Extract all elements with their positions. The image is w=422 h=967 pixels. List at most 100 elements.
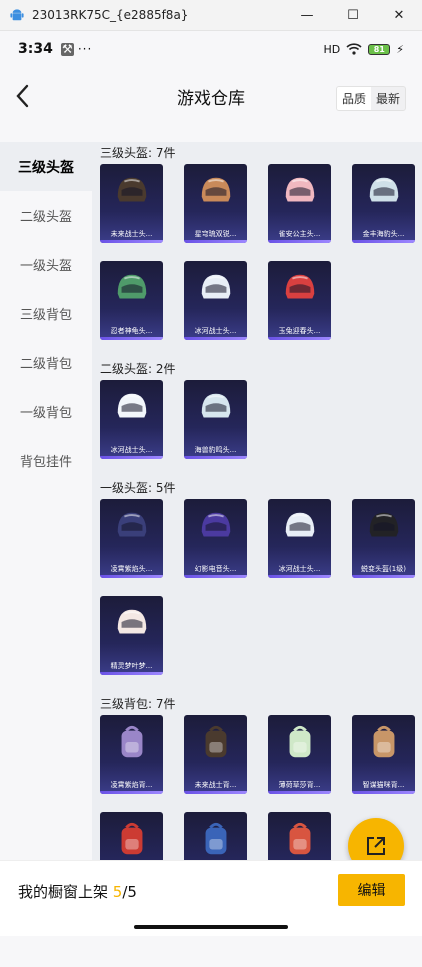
helmet-icon bbox=[117, 274, 147, 299]
item-card[interactable] bbox=[100, 812, 163, 860]
section-title: 三级头盔: 7件 bbox=[100, 146, 176, 160]
item-card[interactable]: 未来战士头... bbox=[100, 164, 163, 243]
sidebar-item-level2-backpack[interactable]: 二级背包 bbox=[0, 338, 92, 387]
wrench-icon: ⚒ bbox=[60, 42, 74, 56]
showcase-current-count: 5 bbox=[112, 883, 123, 901]
sort-latest-button[interactable]: 最新 bbox=[371, 87, 405, 110]
item-name: 星穹琉双锐... bbox=[194, 230, 237, 238]
item-name: 忍者神龟头... bbox=[110, 327, 153, 335]
sidebar-item-level1-helmet[interactable]: 一级头盔 bbox=[0, 240, 92, 289]
helmet-icon bbox=[117, 512, 147, 537]
item-grid: 冰河战士头... 海兽豹鸣头... bbox=[100, 380, 422, 477]
showcase-label: 我的橱窗上架 5/5 bbox=[18, 883, 137, 901]
helmet-icon bbox=[201, 393, 231, 418]
helmet-icon bbox=[285, 274, 315, 299]
network-label: HD bbox=[323, 42, 341, 56]
item-name: 凌霄紫焰背... bbox=[110, 781, 153, 789]
sidebar-item-level3-backpack[interactable]: 三级背包 bbox=[0, 289, 92, 338]
external-link-icon bbox=[367, 837, 385, 855]
android-icon bbox=[10, 9, 24, 21]
close-icon[interactable]: ✕ bbox=[376, 0, 422, 31]
item-name: 薄荷草莎背... bbox=[278, 781, 321, 789]
backpack-icon bbox=[121, 725, 143, 758]
item-grid: 凌霄紫焰头... 幻影电音头... 冰河战士头... 蜕变头盔(1级) 精灵梦叶梦... bbox=[100, 499, 422, 693]
item-card[interactable]: 凌霄紫焰背... bbox=[100, 715, 163, 794]
sidebar: 三级头盔 二级头盔 一级头盔 三级背包 二级背包 一级背包 背包挂件 bbox=[0, 142, 92, 860]
item-name: 精灵梦叶梦... bbox=[110, 662, 153, 670]
backpack-icon bbox=[205, 822, 227, 855]
helmet-icon bbox=[117, 177, 147, 202]
rarity-bar bbox=[100, 575, 163, 578]
item-card[interactable]: 雀安公主头... bbox=[268, 164, 331, 243]
section-title: 三级背包: 7件 bbox=[100, 697, 176, 711]
rarity-bar bbox=[184, 575, 247, 578]
section-title: 一级头盔: 5件 bbox=[100, 481, 176, 495]
backpack-icon bbox=[289, 822, 311, 855]
item-card[interactable]: 冰河战士头... bbox=[268, 499, 331, 578]
helmet-icon bbox=[369, 512, 399, 537]
item-card[interactable]: 精灵梦叶梦... bbox=[100, 596, 163, 675]
status-bar: 3:34 ⚒ ··· HD 81 ⚡ bbox=[0, 31, 422, 67]
rarity-bar bbox=[268, 240, 331, 243]
window-titlebar: 23013RK75C_{e2885f8a} — ☐ ✕ bbox=[0, 0, 422, 31]
item-content: 三级头盔: 7件未来战士头... 星穹琉双锐... 雀安公主头... 金丰海豹头...… bbox=[92, 142, 422, 860]
rarity-bar bbox=[352, 240, 415, 243]
status-time: 3:34 bbox=[18, 41, 53, 57]
sidebar-item-level1-backpack[interactable]: 一级背包 bbox=[0, 387, 92, 436]
rarity-bar bbox=[268, 791, 331, 794]
item-name: 玉兔迎春头... bbox=[278, 327, 321, 335]
item-card[interactable]: 玉兔迎春头... bbox=[268, 261, 331, 340]
more-notifications-icon: ··· bbox=[77, 42, 93, 56]
helmet-icon bbox=[117, 609, 147, 634]
rarity-bar bbox=[268, 575, 331, 578]
backpack-icon bbox=[373, 725, 395, 758]
item-card[interactable]: 凌霄紫焰头... bbox=[100, 499, 163, 578]
item-card[interactable]: 冰河战士头... bbox=[184, 261, 247, 340]
item-name: 海兽豹鸣头... bbox=[194, 446, 237, 454]
helmet-icon bbox=[201, 177, 231, 202]
item-card[interactable]: 薄荷草莎背... bbox=[268, 715, 331, 794]
minimize-icon[interactable]: — bbox=[284, 0, 330, 31]
main-body: 三级头盔 二级头盔 一级头盔 三级背包 二级背包 一级背包 背包挂件 三级头盔:… bbox=[0, 142, 422, 860]
sidebar-item-level3-helmet[interactable]: 三级头盔 bbox=[0, 142, 92, 191]
item-name: 蜕变头盔(1级) bbox=[361, 565, 406, 573]
sidebar-item-backpack-pendant[interactable]: 背包挂件 bbox=[0, 436, 92, 485]
item-card[interactable]: 未来战士背... bbox=[184, 715, 247, 794]
rarity-bar bbox=[184, 240, 247, 243]
sort-toggle: 品质 最新 bbox=[335, 86, 406, 111]
helmet-icon bbox=[201, 512, 231, 537]
item-card[interactable] bbox=[184, 812, 247, 860]
helmet-icon bbox=[285, 177, 315, 202]
item-name: 金丰海豹头... bbox=[362, 230, 405, 238]
backpack-icon bbox=[289, 725, 311, 758]
charging-icon: ⚡ bbox=[396, 42, 404, 56]
item-name: 未来战士背... bbox=[194, 781, 237, 789]
backpack-icon bbox=[121, 822, 143, 855]
item-card[interactable]: 智谋猫咪背... bbox=[352, 715, 415, 794]
helmet-icon bbox=[285, 512, 315, 537]
item-card[interactable] bbox=[268, 812, 331, 860]
rarity-bar bbox=[100, 456, 163, 459]
rarity-bar bbox=[100, 337, 163, 340]
edit-button[interactable]: 编辑 bbox=[338, 874, 405, 906]
item-card[interactable]: 海兽豹鸣头... bbox=[184, 380, 247, 459]
helmet-icon bbox=[117, 393, 147, 418]
item-card[interactable]: 幻影电音头... bbox=[184, 499, 247, 578]
item-name: 幻影电音头... bbox=[194, 565, 237, 573]
section-title: 二级头盔: 2件 bbox=[100, 362, 176, 376]
rarity-bar bbox=[100, 672, 163, 675]
item-card[interactable]: 冰河战士头... bbox=[100, 380, 163, 459]
item-card[interactable]: 蜕变头盔(1级) bbox=[352, 499, 415, 578]
item-name: 冰河战士头... bbox=[110, 446, 153, 454]
sort-quality-button[interactable]: 品质 bbox=[336, 87, 371, 110]
rarity-bar bbox=[184, 791, 247, 794]
item-name: 冰河战士头... bbox=[194, 327, 237, 335]
wifi-icon bbox=[346, 43, 362, 55]
item-card[interactable]: 金丰海豹头... bbox=[352, 164, 415, 243]
item-card[interactable]: 忍者神龟头... bbox=[100, 261, 163, 340]
sidebar-item-level2-helmet[interactable]: 二级头盔 bbox=[0, 191, 92, 240]
app-header: 游戏仓库 品质 最新 bbox=[0, 67, 422, 125]
showcase-total: /5 bbox=[122, 883, 137, 901]
maximize-icon[interactable]: ☐ bbox=[330, 0, 376, 31]
item-card[interactable]: 星穹琉双锐... bbox=[184, 164, 247, 243]
